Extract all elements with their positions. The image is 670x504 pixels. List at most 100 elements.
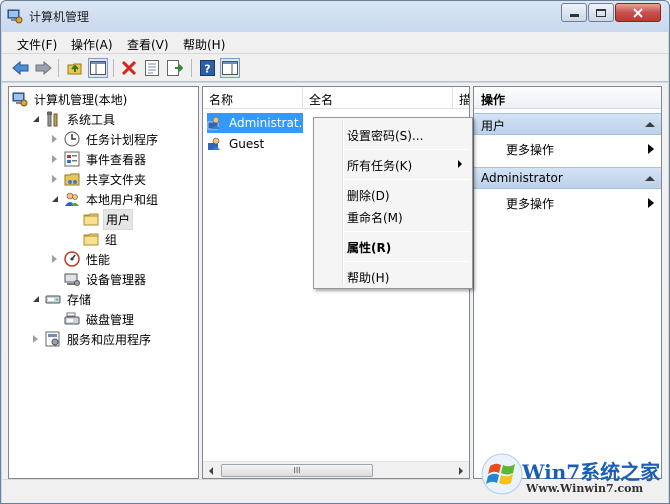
expand-triangle-icon[interactable] — [50, 134, 60, 144]
tree-node-label: 系统工具 — [67, 112, 116, 127]
list-item-guest[interactable]: Guest — [207, 134, 303, 154]
scroll-left-icon[interactable] — [209, 467, 213, 475]
expand-triangle-icon[interactable] — [50, 254, 60, 264]
menu-separator — [344, 231, 470, 232]
title-bar[interactable]: 计算机管理 — [1, 1, 669, 31]
tree-node-storage[interactable]: 存储 — [31, 289, 93, 309]
tree-node-local-users-groups[interactable]: 本地用户和组 — [50, 189, 160, 209]
tree-node-system-tools[interactable]: 系统工具 — [31, 109, 117, 129]
tree-node-label: 本地用户和组 — [86, 192, 159, 207]
show-hide-tree-button[interactable] — [88, 58, 108, 78]
collapse-caret-icon[interactable] — [645, 176, 655, 181]
actions-section-administrator[interactable]: Administrator — [474, 167, 661, 189]
help-button[interactable]: ? — [197, 58, 217, 78]
tree-node-label: 磁盘管理 — [86, 312, 135, 327]
submenu-arrow-icon — [648, 198, 654, 208]
menu-file[interactable]: 文件(F) — [17, 36, 57, 53]
column-header-name[interactable]: 名称 — [203, 87, 303, 109]
more-actions-administrator[interactable]: 更多操作 — [474, 191, 661, 213]
scroll-right-icon[interactable] — [459, 467, 463, 475]
collapse-triangle-icon[interactable] — [31, 114, 41, 124]
maximize-button[interactable] — [588, 3, 614, 22]
forward-arrow-icon — [35, 60, 52, 76]
tree-node-device-manager[interactable]: 设备管理器 — [50, 269, 148, 289]
show-hide-action-pane-button[interactable] — [220, 58, 240, 78]
menu-item-label: 属性(R) — [347, 241, 392, 255]
minimize-button[interactable] — [561, 3, 587, 22]
menu-view[interactable]: 查看(V) — [127, 36, 169, 53]
menu-action[interactable]: 操作(A) — [71, 36, 113, 53]
tree-node-shared-folder[interactable]: 共享文件夹 — [50, 169, 148, 189]
list-item-administrator[interactable]: Administrat... — [207, 113, 310, 133]
toolbar-separator — [58, 59, 59, 77]
local-users-groups-icon — [64, 191, 80, 207]
tree-node-disk-management[interactable]: 磁盘管理 — [50, 309, 136, 329]
expand-triangle-icon[interactable] — [31, 334, 41, 344]
collapse-caret-icon[interactable] — [645, 122, 655, 127]
tree-node-label: 组 — [105, 232, 118, 247]
tree-node-label: 计算机管理(本地) — [34, 92, 128, 107]
navigation-tree[interactable]: 计算机管理(本地) 系统工具任务计划程序 事件查看器共享文件夹本地用户和组 用户组性能… — [8, 86, 199, 479]
properties-icon — [145, 60, 159, 76]
close-button[interactable] — [615, 3, 661, 22]
collapse-triangle-icon[interactable] — [50, 194, 60, 204]
forward-button[interactable] — [33, 58, 53, 78]
tree-node-performance[interactable]: 性能 — [50, 249, 112, 269]
menu-help[interactable]: 帮助(H) — [183, 36, 225, 53]
menu-item-delete[interactable]: 删除(D) — [316, 183, 470, 205]
tree-node-folder[interactable]: 用户 — [69, 208, 134, 230]
up-folder-icon — [67, 63, 82, 75]
action-pane-icon — [222, 61, 238, 75]
export-list-button[interactable] — [165, 58, 185, 78]
menu-separator — [344, 149, 470, 150]
actions-pane-title: 操作 — [474, 87, 661, 109]
event-viewer-icon — [64, 151, 80, 167]
more-actions-users[interactable]: 更多操作 — [474, 137, 661, 159]
computer-management-icon — [12, 91, 28, 107]
tree-node-services-apps[interactable]: 服务和应用程序 — [31, 329, 153, 349]
tree-node-label: 设备管理器 — [86, 272, 147, 287]
toolbar: ? — [2, 54, 668, 82]
tree-node-label: 性能 — [86, 252, 111, 267]
svg-text:?: ? — [204, 63, 210, 76]
list-item-label: Administrat... — [229, 116, 310, 130]
tree-node-label: 服务和应用程序 — [67, 332, 152, 347]
windows-logo-icon — [481, 453, 523, 495]
tree-node-event-viewer[interactable]: 事件查看器 — [50, 149, 148, 169]
menu-item-help[interactable]: 帮助(H) — [316, 265, 470, 287]
menu-item-label: 所有任务(K) — [347, 159, 413, 173]
computer-management-app-icon[interactable] — [7, 8, 23, 24]
menu-item-set-password[interactable]: 设置密码(S)... — [316, 123, 470, 145]
collapse-triangle-icon[interactable] — [31, 294, 41, 304]
window-title: 计算机管理 — [29, 10, 90, 24]
up-one-level-button[interactable] — [65, 58, 85, 78]
column-header-description[interactable]: 描 — [453, 87, 469, 109]
menu-item-all-tasks[interactable]: 所有任务(K) — [316, 153, 470, 175]
services-apps-icon — [45, 331, 61, 347]
delete-icon — [121, 60, 137, 76]
column-header-fullname[interactable]: 全名 — [303, 87, 453, 109]
expand-triangle-icon[interactable] — [50, 154, 60, 164]
scroll-thumb[interactable]: III — [221, 464, 373, 477]
toolbar-separator — [113, 59, 114, 77]
menu-item-properties[interactable]: 属性(R) — [316, 235, 470, 257]
actions-section-users[interactable]: 用户 — [474, 113, 661, 135]
back-button[interactable] — [11, 58, 31, 78]
expand-triangle-icon[interactable] — [50, 174, 60, 184]
tree-node-folder[interactable]: 组 — [69, 229, 119, 249]
delete-button[interactable] — [119, 58, 139, 78]
folder-icon — [83, 231, 99, 247]
menu-item-rename[interactable]: 重命名(M) — [316, 205, 470, 227]
properties-button[interactable] — [142, 58, 162, 78]
user-icon — [207, 115, 223, 131]
watermark: Win7系统之家 Www.Winwin7.com — [470, 450, 670, 502]
actions-pane: 操作 用户 更多操作 Administrator 更多操作 — [473, 86, 662, 479]
watermark-brand: Win7系统之家 — [522, 460, 661, 484]
tree-node-computer-management[interactable]: 计算机管理(本地) — [12, 89, 129, 109]
system-tools-icon — [45, 111, 61, 127]
tree-node-clock[interactable]: 任务计划程序 — [50, 129, 160, 149]
tree-node-label: 共享文件夹 — [86, 172, 147, 187]
horizontal-scrollbar[interactable]: III — [203, 461, 469, 478]
menu-bar: 文件(F) 操作(A) 查看(V) 帮助(H) — [2, 32, 668, 54]
